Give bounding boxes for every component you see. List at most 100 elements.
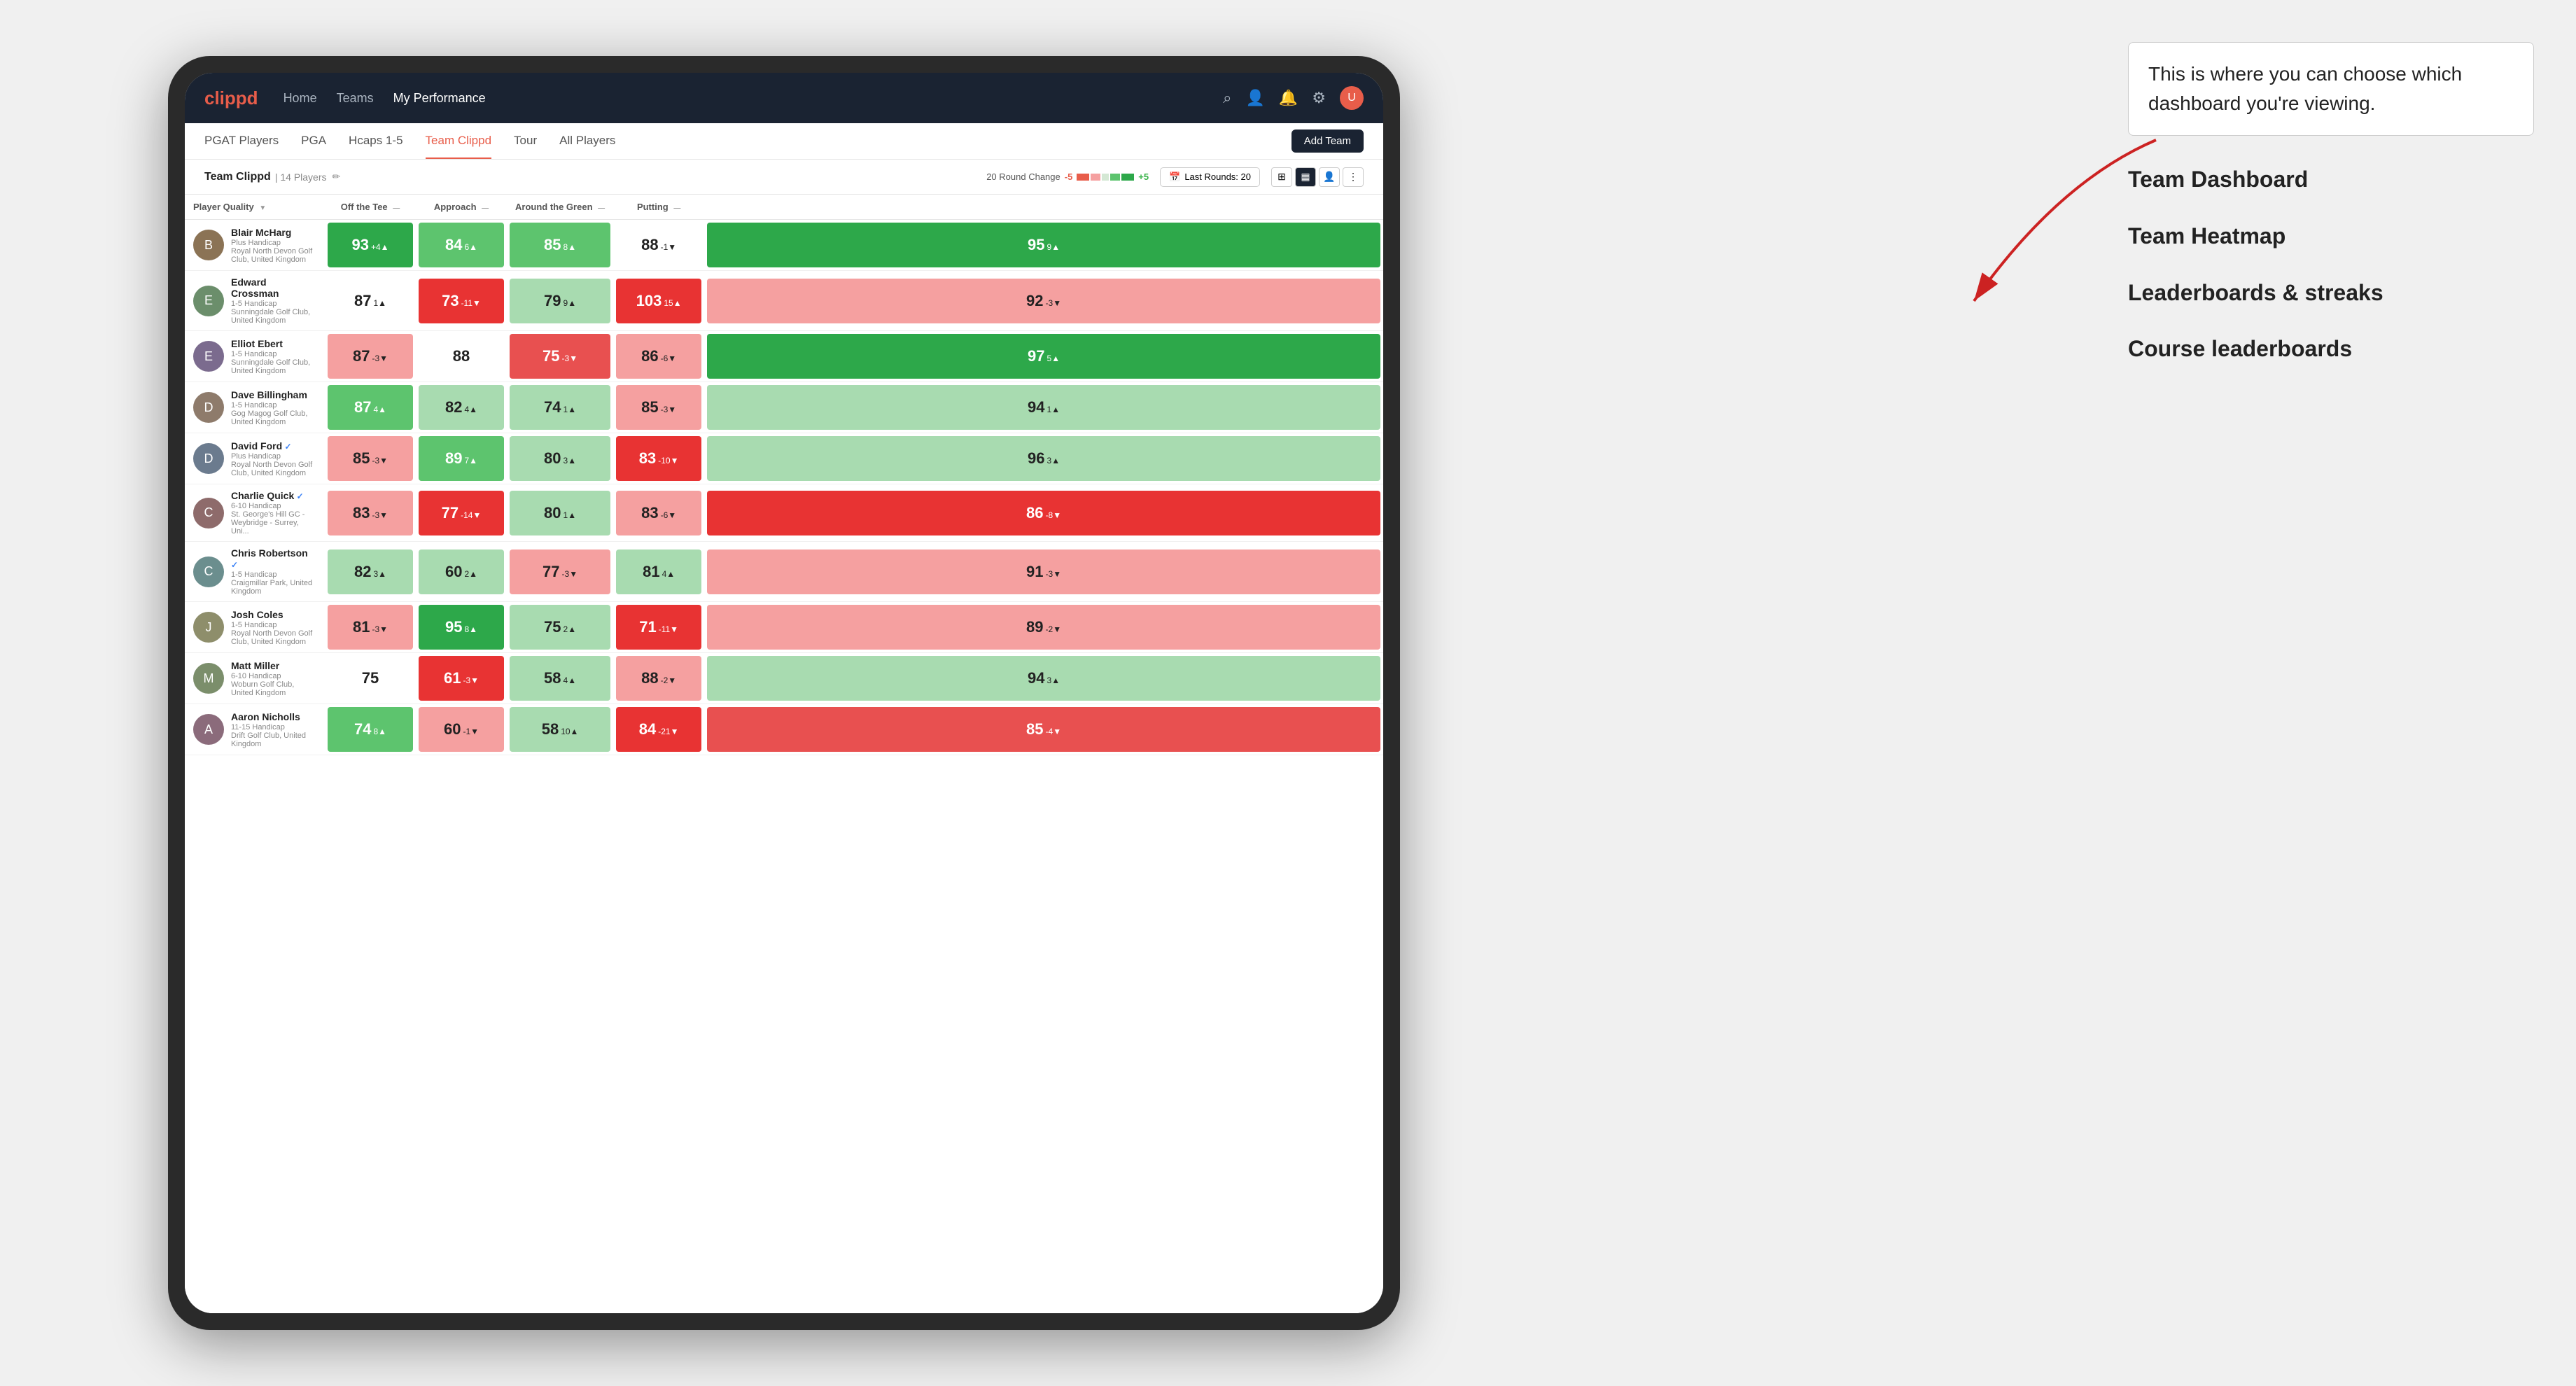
score-cell-off_tee: 846▲ [416,220,507,271]
player-avatar: A [193,714,224,745]
sub-nav-all[interactable]: All Players [559,124,615,159]
annotation-area: This is where you can choose which dashb… [2128,42,2534,390]
score-change: -3▼ [562,569,578,579]
score-cell-off_tee: 602▲ [416,542,507,602]
score-change: 1▲ [373,298,386,308]
nav-link-teams[interactable]: Teams [337,88,374,108]
score-change: 9▲ [564,298,577,308]
score-change: 1▲ [564,405,577,414]
score-cell-player_quality: 871▲ [325,271,416,331]
player-cell-1[interactable]: EEdward Crossman1-5 HandicapSunningdale … [185,271,325,331]
app-logo[interactable]: clippd [204,88,258,109]
player-cell-6[interactable]: CChris Robertson ✓1-5 HandicapCraigmilla… [185,542,325,602]
nav-link-home[interactable]: Home [284,88,317,108]
view-more-button[interactable]: ⋮ [1343,167,1364,187]
score-value: 94 [1028,398,1044,416]
player-cell-9[interactable]: AAaron Nicholls11-15 HandicapDrift Golf … [185,704,325,755]
sub-nav-pga[interactable]: PGA [301,124,326,159]
player-cell-5[interactable]: CCharlie Quick ✓6-10 HandicapSt. George'… [185,484,325,542]
avatar[interactable]: U [1340,86,1364,110]
main-content: Player Quality ▼ Off the Tee — Approach … [185,195,1383,1313]
score-cell-off_tee: 61-3▼ [416,653,507,704]
annotation-item-3: Leaderboards & streaks [2128,277,2534,309]
sub-nav-hcaps[interactable]: Hcaps 1-5 [349,124,402,159]
player-cell-7[interactable]: JJosh Coles1-5 HandicapRoyal North Devon… [185,602,325,653]
th-player-quality[interactable]: Player Quality ▼ [185,195,325,220]
table-header-row: Player Quality ▼ Off the Tee — Approach … [185,195,1383,220]
score-change: -21▼ [658,727,678,736]
score-cell-around_green: 814▲ [613,542,704,602]
add-team-button[interactable]: Add Team [1292,130,1364,153]
th-approach[interactable]: Approach — [416,195,507,220]
score-change: 3▲ [564,456,577,465]
score-value: 96 [1028,449,1044,468]
th-off-tee[interactable]: Off the Tee — [325,195,416,220]
player-cell-4[interactable]: DDavid Ford ✓Plus HandicapRoyal North De… [185,433,325,484]
settings-icon[interactable]: ⚙ [1312,89,1326,107]
score-cell-putting: 86-8▼ [704,484,1383,542]
player-handicap: 1-5 Handicap [231,401,316,410]
player-cell-0[interactable]: BBlair McHargPlus HandicapRoyal North De… [185,220,325,271]
score-value: 87 [354,292,371,310]
player-name: Aaron Nicholls [231,711,316,722]
view-grid-button[interactable]: ⊞ [1271,167,1292,187]
edit-team-icon[interactable]: ✏ [332,171,341,183]
player-cell-3[interactable]: DDave Billingham1-5 HandicapGog Magog Go… [185,382,325,433]
player-avatar: D [193,392,224,423]
annotation-item-4: Course leaderboards [2128,333,2534,365]
score-change: 3▲ [1047,456,1060,465]
th-around-green[interactable]: Around the Green — [507,195,613,220]
view-heatmap-button[interactable]: ▦ [1295,167,1316,187]
search-icon[interactable]: ⌕ [1223,89,1231,107]
player-cell-2[interactable]: EElliot Ebert1-5 HandicapSunningdale Gol… [185,331,325,382]
score-change: -6▼ [661,510,677,520]
team-name: Team Clippd [204,171,271,183]
score-cell-around_green: 83-6▼ [613,484,704,542]
tablet-frame: clippd Home Teams My Performance ⌕ 👤 🔔 ⚙… [168,56,1400,1330]
sort-icon: ▼ [259,204,266,212]
score-value: 95 [445,618,462,636]
score-change: 3▲ [1047,676,1060,685]
score-value: 71 [639,618,656,636]
score-change: -1▼ [463,727,479,736]
player-cell-8[interactable]: MMatt Miller6-10 HandicapWoburn Golf Clu… [185,653,325,704]
score-change: -2▼ [1046,624,1062,634]
sub-nav-pgat[interactable]: PGAT Players [204,124,279,159]
score-cell-around_green: 86-6▼ [613,331,704,382]
score-value: 75 [362,669,379,687]
score-change: -3▼ [562,354,578,363]
table-row: JJosh Coles1-5 HandicapRoyal North Devon… [185,602,1383,653]
player-name: Blair McHarg [231,227,316,238]
nav-link-performance[interactable]: My Performance [393,88,486,108]
user-icon[interactable]: 👤 [1245,89,1264,107]
score-value: 85 [641,398,658,416]
score-value: 87 [353,347,370,365]
player-info: Chris Robertson ✓1-5 HandicapCraigmillar… [231,547,316,596]
score-change: -2▼ [661,676,677,685]
player-info: Matt Miller6-10 HandicapWoburn Golf Club… [231,660,316,697]
score-cell-putting: 92-3▼ [704,271,1383,331]
score-cell-around_green: 83-10▼ [613,433,704,484]
th-putting[interactable]: Putting — [613,195,704,220]
player-info: Dave Billingham1-5 HandicapGog Magog Gol… [231,389,316,426]
score-change: 4▲ [373,405,386,414]
sub-nav-tour[interactable]: Tour [514,124,537,159]
score-cell-approach: 801▲ [507,484,613,542]
bell-icon[interactable]: 🔔 [1279,89,1298,107]
score-value: 77 [442,504,458,522]
view-user-button[interactable]: 👤 [1319,167,1340,187]
table-row: EEdward Crossman1-5 HandicapSunningdale … [185,271,1383,331]
player-info: Blair McHargPlus HandicapRoyal North Dev… [231,227,316,264]
sort-icon-4: — [598,204,605,212]
annotation-arrow [1918,126,2170,336]
score-value: 58 [542,720,559,738]
sub-nav-links: PGAT Players PGA Hcaps 1-5 Team Clippd T… [204,124,1292,159]
team-header: Team Clippd | 14 Players ✏ 20 Round Chan… [185,160,1383,195]
score-value: 89 [445,449,462,468]
score-change: 2▲ [564,624,577,634]
sub-nav-team[interactable]: Team Clippd [426,124,492,159]
score-cell-putting: 943▲ [704,653,1383,704]
last-rounds-button[interactable]: 📅 Last Rounds: 20 [1160,167,1260,187]
score-change: -10▼ [658,456,678,465]
score-cell-off_tee: 824▲ [416,382,507,433]
